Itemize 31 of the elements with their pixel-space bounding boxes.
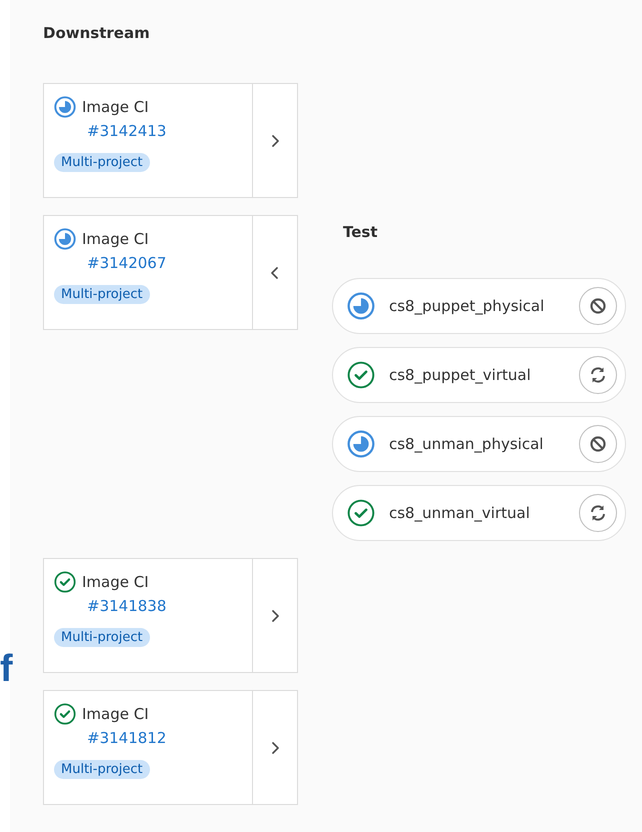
job-name: cs8_puppet_physical bbox=[389, 297, 546, 315]
column-title: Downstream bbox=[43, 24, 151, 44]
project-name: Image CI bbox=[82, 705, 149, 723]
cancel-icon bbox=[588, 296, 608, 316]
retry-icon bbox=[588, 503, 608, 523]
project-name: Image CI bbox=[82, 573, 149, 591]
multi-project-badge: Multi-project bbox=[54, 285, 150, 304]
pipeline-link[interactable]: #3141838 bbox=[87, 597, 242, 615]
job-pill[interactable]: cs8_puppet_virtual bbox=[332, 347, 626, 403]
job-name: cs8_puppet_virtual bbox=[389, 366, 532, 384]
cancel-button[interactable] bbox=[579, 287, 617, 325]
multi-project-badge: Multi-project bbox=[54, 153, 150, 172]
pipeline-link[interactable]: #3142067 bbox=[87, 254, 242, 272]
job-pill[interactable]: cs8_unman_virtual bbox=[332, 485, 626, 541]
pipeline-link[interactable]: #3141812 bbox=[87, 729, 242, 747]
partial-heading: f bbox=[0, 650, 13, 688]
stage-title: Test bbox=[343, 223, 379, 241]
retry-button[interactable] bbox=[579, 494, 617, 532]
multi-project-badge: Multi-project bbox=[54, 628, 150, 647]
job-name: cs8_unman_physical bbox=[389, 435, 544, 453]
project-name: Image CI bbox=[82, 98, 149, 116]
job-name: cs8_unman_virtual bbox=[389, 504, 531, 522]
job-pill[interactable]: cs8_unman_physical bbox=[332, 416, 626, 472]
cancel-icon bbox=[588, 434, 608, 454]
project-name: Image CI bbox=[82, 230, 149, 248]
retry-icon bbox=[588, 365, 608, 385]
retry-button[interactable] bbox=[579, 356, 617, 394]
multi-project-badge: Multi-project bbox=[54, 760, 150, 779]
pipeline-link[interactable]: #3142413 bbox=[87, 122, 242, 140]
job-pill[interactable]: cs8_puppet_physical bbox=[332, 278, 626, 334]
cancel-button[interactable] bbox=[579, 425, 617, 463]
